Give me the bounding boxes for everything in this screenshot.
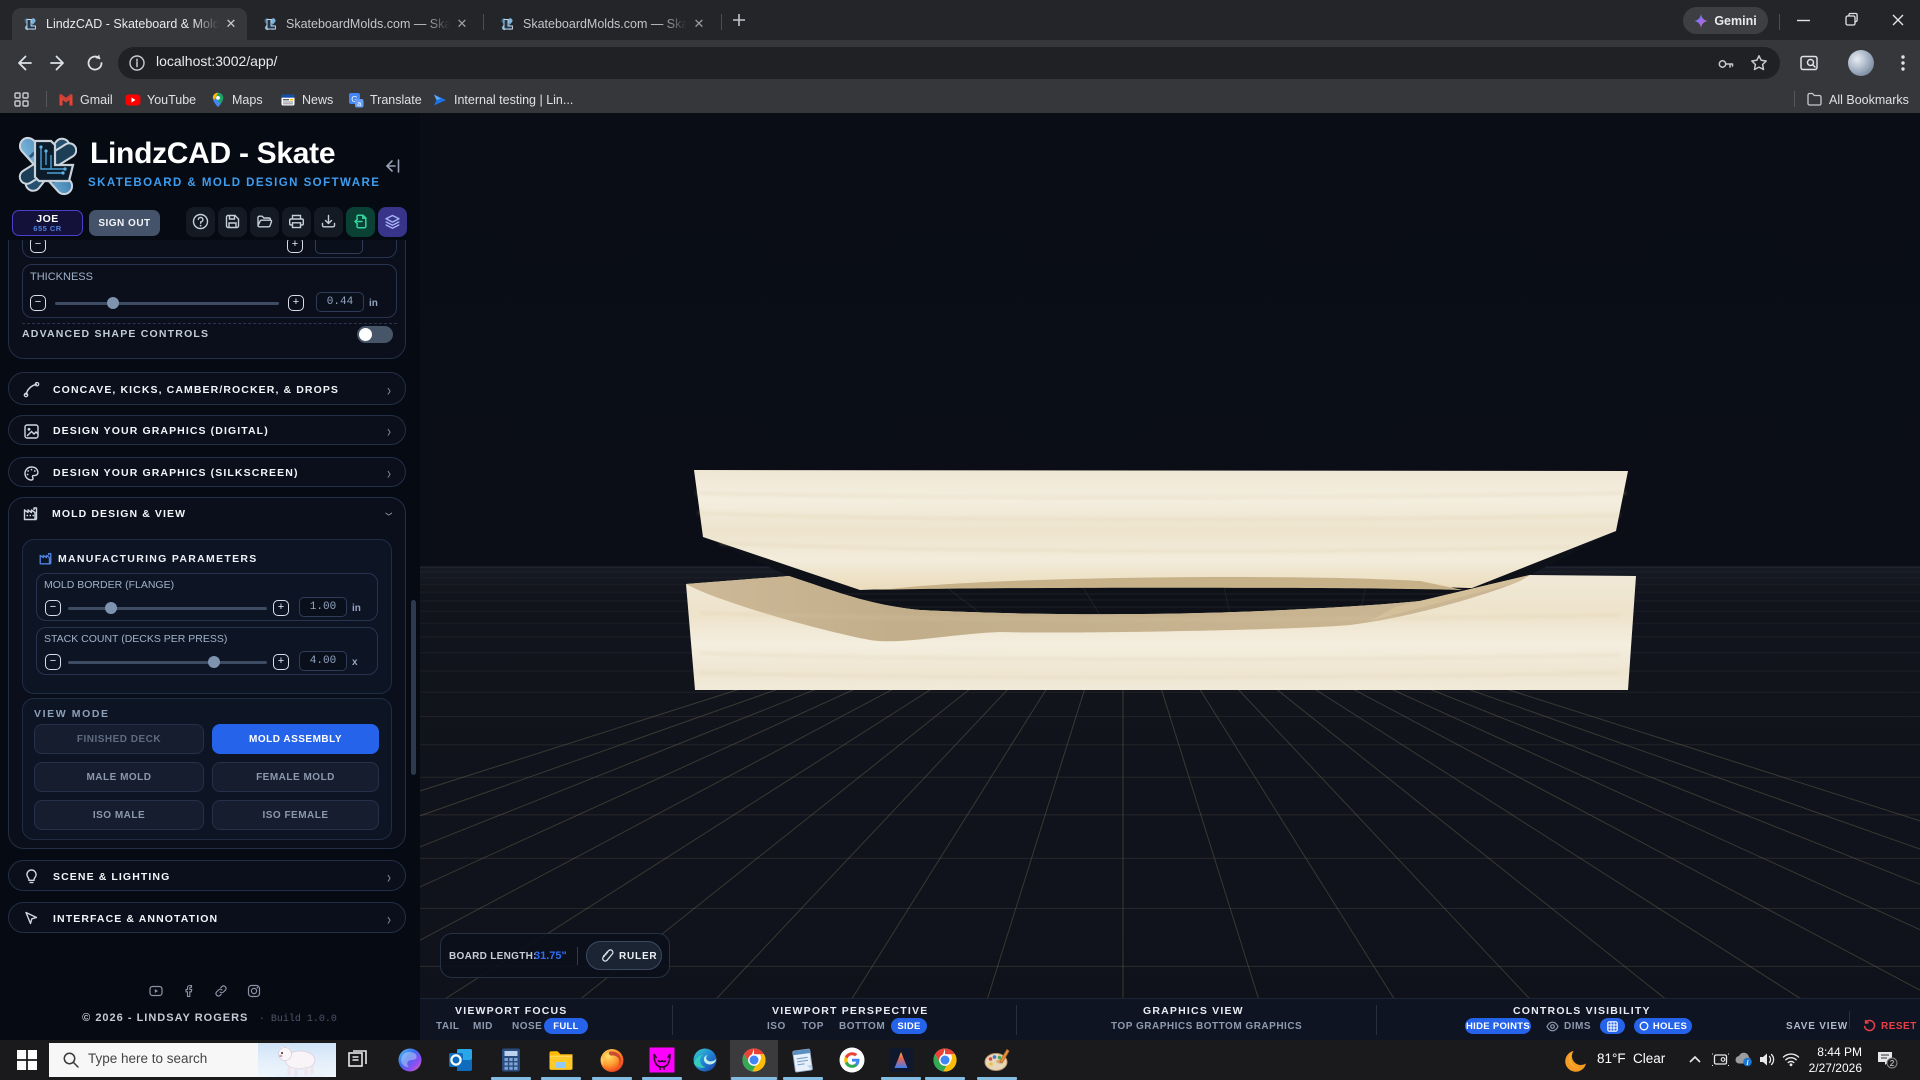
svg-text:a: a	[357, 100, 361, 107]
svg-text:2: 2	[1890, 1059, 1895, 1068]
